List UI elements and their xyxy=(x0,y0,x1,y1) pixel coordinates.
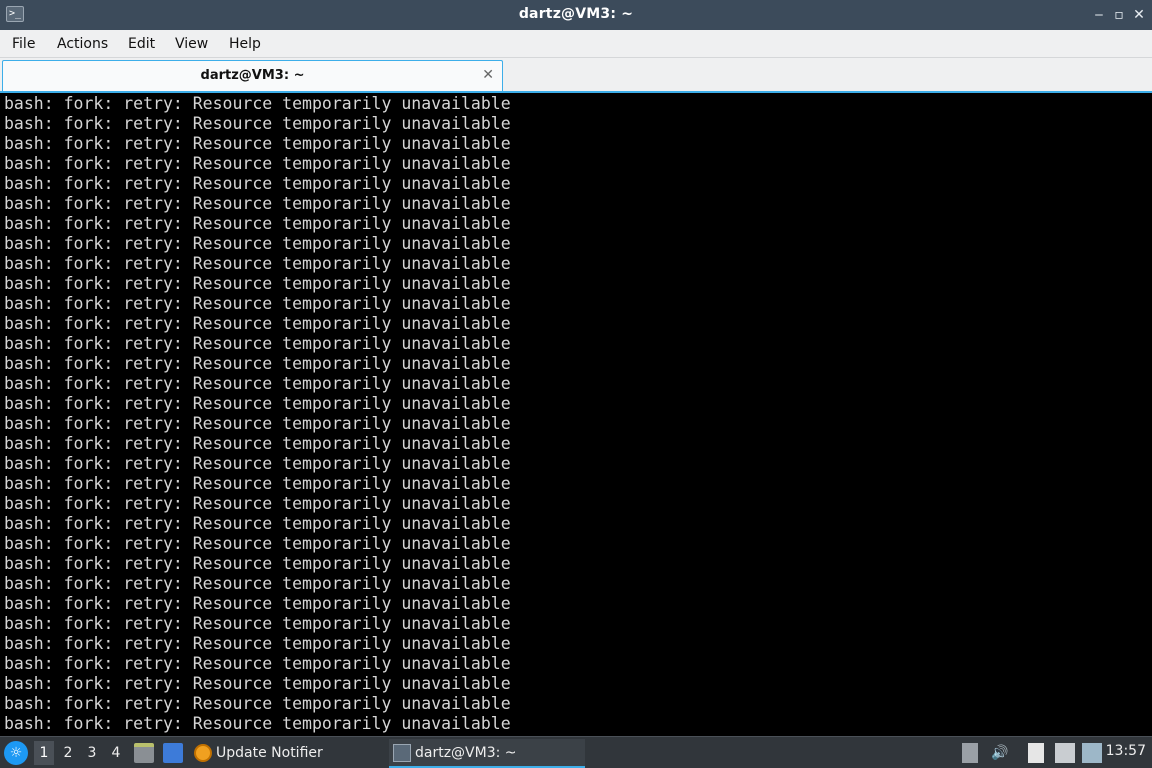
terminal-line: bash: fork: retry: Resource temporarily … xyxy=(4,194,511,213)
terminal-line: bash: fork: retry: Resource temporarily … xyxy=(4,414,511,433)
window-title: dartz@VM3: ~ xyxy=(518,6,634,22)
menu-actions[interactable]: Actions xyxy=(57,36,108,52)
workspace-3[interactable]: 3 xyxy=(82,741,102,765)
menu-view[interactable]: View xyxy=(175,36,208,52)
terminal-line: bash: fork: retry: Resource temporarily … xyxy=(4,374,511,393)
terminal-line: bash: fork: retry: Resource temporarily … xyxy=(4,674,511,693)
workspace-2[interactable]: 2 xyxy=(58,741,78,765)
task-terminal[interactable]: dartz@VM3: ~ xyxy=(389,739,585,768)
terminal-line: bash: fork: retry: Resource temporarily … xyxy=(4,514,511,533)
terminal-line: bash: fork: retry: Resource temporarily … xyxy=(4,394,511,413)
menu-bar: File Actions Edit View Help xyxy=(0,30,1152,58)
terminal-line: bash: fork: retry: Resource temporarily … xyxy=(4,174,511,193)
terminal-line: bash: fork: retry: Resource temporarily … xyxy=(4,114,511,133)
task-label: dartz@VM3: ~ xyxy=(415,745,517,761)
terminal-line: bash: fork: retry: Resource temporarily … xyxy=(4,354,511,373)
terminal-line: bash: fork: retry: Resource temporarily … xyxy=(4,654,511,673)
terminal-line: bash: fork: retry: Resource temporarily … xyxy=(4,474,511,493)
menu-file[interactable]: File xyxy=(12,36,35,52)
tray-arrow-icon[interactable] xyxy=(962,743,978,763)
taskbar: ☼ 1 2 3 4 Update Notifier dartz@VM3: ~ 🔊… xyxy=(0,736,1152,768)
terminal-line: bash: fork: retry: Resource temporarily … xyxy=(4,234,511,253)
menu-help[interactable]: Help xyxy=(229,36,261,52)
clipboard-icon[interactable] xyxy=(1028,743,1044,763)
start-menu-icon[interactable]: ☼ xyxy=(4,741,28,765)
minimize-button[interactable]: ‒ xyxy=(1090,6,1108,24)
workspace-4[interactable]: 4 xyxy=(106,741,126,765)
terminal-line: bash: fork: retry: Resource temporarily … xyxy=(4,634,511,653)
terminal-line: bash: fork: retry: Resource temporarily … xyxy=(4,274,511,293)
terminal-line: bash: fork: retry: Resource temporarily … xyxy=(4,594,511,613)
network-icon[interactable] xyxy=(1055,743,1075,763)
terminal-line: bash: fork: retry: Resource temporarily … xyxy=(4,294,511,313)
terminal-line: bash: fork: retry: Resource temporarily … xyxy=(4,334,511,353)
update-notifier-icon xyxy=(194,744,212,762)
show-desktop-icon[interactable] xyxy=(163,743,183,763)
file-manager-icon[interactable] xyxy=(134,743,154,763)
terminal-line: bash: fork: retry: Resource temporarily … xyxy=(4,154,511,173)
terminal-line: bash: fork: retry: Resource temporarily … xyxy=(4,434,511,453)
terminal-line: bash: fork: retry: Resource temporarily … xyxy=(4,694,511,713)
terminal-line: bash: fork: retry: Resource temporarily … xyxy=(4,614,511,633)
volume-icon[interactable]: 🔊 xyxy=(990,743,1010,763)
task-label: Update Notifier xyxy=(216,745,323,761)
close-button[interactable]: ✕ xyxy=(1130,6,1148,24)
task-update-notifier[interactable]: Update Notifier xyxy=(190,739,380,768)
terminal-output[interactable]: bash: fork: retry: Resource temporarily … xyxy=(0,93,1152,735)
terminal-line: bash: fork: retry: Resource temporarily … xyxy=(4,254,511,273)
maximize-button[interactable]: ▫ xyxy=(1110,6,1128,24)
terminal-line: bash: fork: retry: Resource temporarily … xyxy=(4,314,511,333)
terminal-line: bash: fork: retry: Resource temporarily … xyxy=(4,714,511,733)
terminal-line: bash: fork: retry: Resource temporarily … xyxy=(4,134,511,153)
clock: 13:57 xyxy=(1105,743,1146,759)
terminal-line: bash: fork: retry: Resource temporarily … xyxy=(4,454,511,473)
tab-terminal[interactable]: dartz@VM3: ~ ✕ xyxy=(2,60,503,91)
terminal-line: bash: fork: retry: Resource temporarily … xyxy=(4,214,511,233)
terminal-line: bash: fork: retry: Resource temporarily … xyxy=(4,494,511,513)
notification-icon[interactable] xyxy=(1082,743,1102,763)
tab-bar: dartz@VM3: ~ ✕ xyxy=(0,58,1152,93)
tab-label: dartz@VM3: ~ xyxy=(200,68,305,83)
close-tab-icon[interactable]: ✕ xyxy=(482,67,494,83)
terminal-line: bash: fork: retry: Resource temporarily … xyxy=(4,554,511,573)
terminal-line: bash: fork: retry: Resource temporarily … xyxy=(4,534,511,553)
menu-edit[interactable]: Edit xyxy=(128,36,155,52)
workspace-1[interactable]: 1 xyxy=(34,741,54,765)
terminal-line: bash: fork: retry: Resource temporarily … xyxy=(4,94,511,113)
terminal-line: bash: fork: retry: Resource temporarily … xyxy=(4,574,511,593)
terminal-icon xyxy=(393,744,411,762)
title-bar[interactable]: >_ dartz@VM3: ~ ‒ ▫ ✕ xyxy=(0,0,1152,30)
